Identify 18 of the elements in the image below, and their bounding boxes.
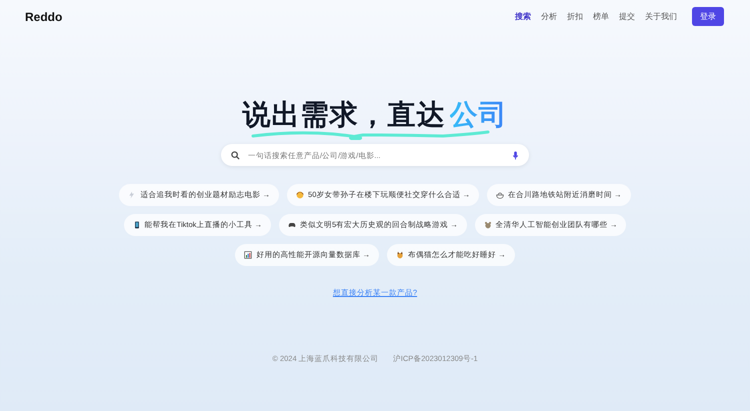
nav-link[interactable]: 折扣 <box>562 11 588 22</box>
nav-link[interactable]: 关于我们 <box>640 11 682 22</box>
login-button[interactable]: 登录 <box>692 7 724 26</box>
emoji-icon <box>296 191 304 199</box>
nav-link[interactable]: 搜索 <box>510 11 536 22</box>
microphone-icon[interactable] <box>512 150 519 160</box>
hero-title: 说出需求，直达 <box>242 98 446 132</box>
emoji-icon <box>484 221 492 229</box>
emoji-icon <box>244 251 252 259</box>
emoji-icon <box>396 251 404 259</box>
nav-link[interactable]: 提交 <box>614 11 640 22</box>
emoji-icon <box>128 191 136 199</box>
search-icon <box>231 150 240 160</box>
emoji-icon <box>496 191 504 199</box>
nav-link[interactable]: 榜单 <box>588 11 614 22</box>
nav-link[interactable]: 分析 <box>536 11 562 22</box>
logo[interactable]: Reddo <box>25 10 62 24</box>
emoji-icon <box>288 221 296 229</box>
